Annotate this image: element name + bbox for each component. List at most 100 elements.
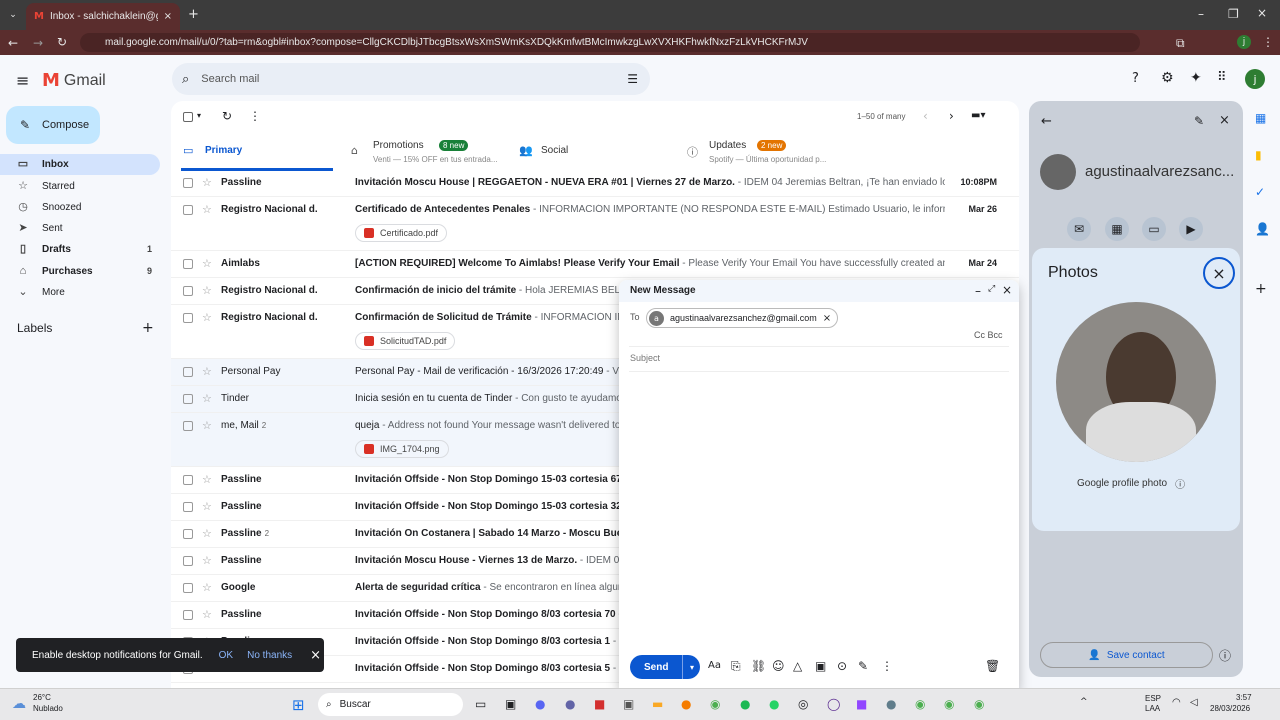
sidebar-item-purchases[interactable]: ⌂ Purchases 9 [0,261,160,282]
email-row[interactable]: ☆ Passline Invitación Moscu House | REGGAE… [171,170,1019,197]
compose-button[interactable]: ✎ Compose [6,106,100,144]
sidebar-item-more[interactable]: ⌄ More [0,282,160,303]
taskbar-search[interactable]: ⌕ Buscar [318,693,463,716]
info-icon[interactable]: ⓘ [1175,476,1185,491]
language-indicator[interactable]: ESP [1145,694,1161,703]
app-icon[interactable]: ▣ [505,697,516,711]
gmail-logo[interactable]: M Gmail [42,70,106,91]
close-panel-icon[interactable]: × [1219,113,1230,128]
refresh-icon[interactable]: ↻ [222,109,232,123]
discard-trash-icon[interactable]: 🗑 [985,659,1000,673]
whatsapp-icon[interactable]: ● [769,697,779,711]
search-input[interactable]: Search mail [201,73,627,85]
tasks-app-icon[interactable]: ✓ [1255,185,1265,199]
star-icon[interactable]: ☆ [202,527,212,540]
star-icon[interactable]: ☆ [202,203,212,216]
star-icon[interactable]: ☆ [202,176,212,189]
compose-titlebar[interactable]: New Message – ⤢ × [619,280,1019,302]
star-icon[interactable]: ☆ [202,284,212,297]
keep-app-icon[interactable]: ▮ [1255,148,1262,162]
close-tab-icon[interactable]: × [164,11,172,22]
tab-promotions[interactable]: ⌂ Promotions 8 new Venti — 15% OFF en tus e… [349,133,501,171]
forward-icon[interactable]: → [33,36,43,50]
twitch-icon[interactable]: ■ [856,697,867,711]
minimize-compose-icon[interactable]: – [975,284,981,298]
back-arrow-icon[interactable]: ← [1041,114,1052,129]
gemini-sparkle-icon[interactable]: ✦ [1190,70,1202,86]
lock-icon[interactable]: ⊙ [837,659,847,673]
row-checkbox[interactable] [183,556,193,566]
close-photos-icon[interactable]: × [1203,257,1235,289]
row-checkbox[interactable] [183,529,193,539]
formatting-icon[interactable]: Aa [708,660,721,671]
save-contact-button[interactable]: 👤 Save contact [1040,642,1213,668]
tab-social[interactable]: 👥 Social [517,133,669,171]
reload-icon[interactable]: ↻ [57,35,67,49]
browser-tab[interactable]: M Inbox - salchichaklein@gmail.c × [26,3,180,30]
taskview-icon[interactable]: ▭ [475,697,486,711]
close-window-icon[interactable]: × [1257,6,1267,20]
calendar-app-icon[interactable]: ▦ [1255,111,1266,125]
star-icon[interactable]: ☆ [202,581,212,594]
row-checkbox[interactable] [183,259,193,269]
spotify-icon[interactable]: ● [740,697,750,711]
send-button[interactable]: Send ▾ [630,655,701,679]
app-icon[interactable]: ■ [594,697,605,711]
calendar-icon[interactable]: ▦ [1105,217,1129,241]
sidebar-item-inbox[interactable]: ▭ Inbox [0,154,160,175]
star-icon[interactable]: ☆ [202,311,212,324]
remove-recipient-icon[interactable]: × [823,313,831,324]
contacts-app-icon[interactable]: 👤 [1255,222,1270,236]
search-bar[interactable]: ⌕ Search mail ☰ [172,63,650,95]
subject-field[interactable]: Subject [630,353,660,363]
edit-contact-icon[interactable]: ✎ [1194,114,1204,128]
row-checkbox[interactable] [183,313,193,323]
cc-bcc-link[interactable]: Cc Bcc [974,330,1003,340]
wifi-icon[interactable]: ◠ [1172,697,1181,708]
account-avatar[interactable]: j [1245,69,1265,89]
info-icon[interactable]: ⓘ [1219,647,1231,664]
select-all-checkbox[interactable] [183,112,193,122]
row-checkbox[interactable] [183,178,193,188]
row-checkbox[interactable] [183,502,193,512]
app-icon[interactable]: ◯ [827,697,840,711]
help-icon[interactable]: ? [1132,71,1139,86]
apps-grid-icon[interactable]: ⠿ [1217,70,1227,85]
clock-date[interactable]: 28/03/2026 [1210,704,1250,713]
input-tools-icon[interactable]: ▬▾ [971,110,985,121]
chrome-icon[interactable]: ◉ [710,697,720,711]
attachment-chip[interactable]: IMG_1704.png [355,440,449,458]
schedule-send-icon[interactable]: ▾ [682,655,700,679]
attach-icon[interactable]: ⎘ [731,659,741,674]
more-options-icon[interactable]: ⋮ [881,659,893,673]
chrome-icon[interactable]: ◉ [974,697,984,711]
star-icon[interactable]: ☆ [202,554,212,567]
tab-updates[interactable]: ⓘ Updates 2 new Spotify — Última oportunida… [685,133,837,171]
teams-icon[interactable]: ● [565,697,575,711]
new-tab-icon[interactable]: + [188,7,199,22]
app-icon[interactable]: ◎ [798,697,808,711]
attachment-chip[interactable]: Certificado.pdf [355,224,448,242]
sidebar-item-sent[interactable]: ➤ Sent [0,218,160,239]
chrome-icon[interactable]: ◉ [944,697,954,711]
store-icon[interactable]: ▣ [623,697,634,711]
search-icon[interactable]: ⌕ [182,72,189,87]
no-thanks-button[interactable]: No thanks [247,650,292,661]
emoji-icon[interactable]: ☺ [772,659,785,673]
row-checkbox[interactable] [183,583,193,593]
email-row[interactable]: ☆ Registro Nacional d. Certificado de Ante… [171,197,1019,251]
attachment-chip[interactable]: SolicitudTAD.pdf [355,332,456,350]
photo-icon[interactable]: ▣ [815,659,826,673]
chrome-icon[interactable]: ◉ [915,697,925,711]
star-icon[interactable]: ☆ [202,257,212,270]
steam-icon[interactable]: ● [886,697,896,711]
star-icon[interactable]: ☆ [202,419,212,432]
folder-icon[interactable]: ▬ [652,697,663,711]
url-bar[interactable]: mail.google.com/mail/u/0/?tab=rm&ogbl#in… [80,33,1140,52]
minimize-icon[interactable]: – [1198,7,1204,21]
sidebar-item-starred[interactable]: ☆ Starred [0,176,160,197]
video-call-icon[interactable]: ▶ [1179,217,1203,241]
add-label-icon[interactable]: + [142,320,154,336]
star-icon[interactable]: ☆ [202,365,212,378]
recipient-chip[interactable]: a agustinaalvarezsanchez@gmail.com × [646,308,839,328]
